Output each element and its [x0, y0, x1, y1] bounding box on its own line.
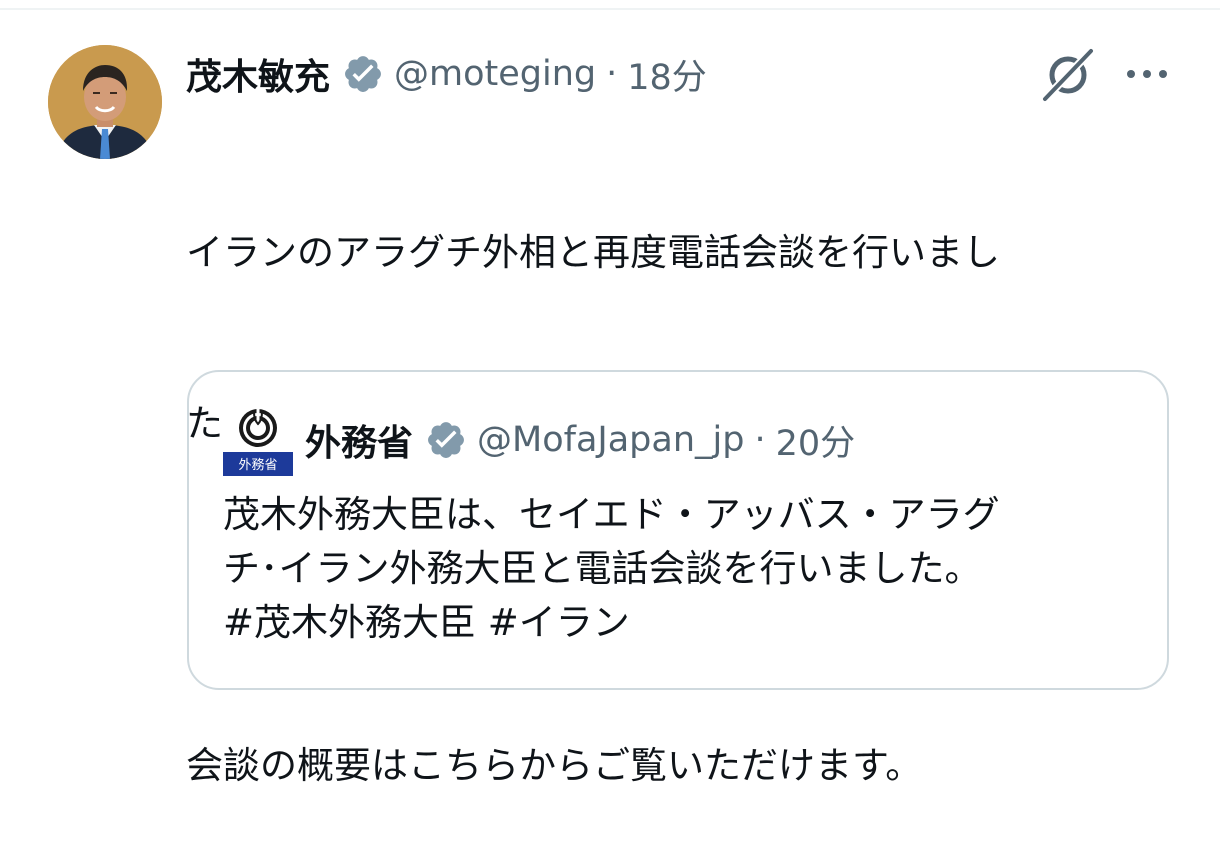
- author-name[interactable]: 茂木敏充: [186, 48, 330, 100]
- header-separator: ·: [606, 54, 618, 94]
- quoted-header-separator: ·: [754, 420, 766, 460]
- verified-badge-icon[interactable]: [342, 53, 384, 95]
- quoted-author-name[interactable]: 外務省: [305, 414, 413, 466]
- quoted-text-line: 茂木外務大臣は、セイエド・アッバス・アラグ: [223, 493, 1000, 536]
- quoted-tweet-header: 外務省 @MofaJapan_jp · 20分: [305, 412, 855, 468]
- verified-badge-icon[interactable]: [425, 419, 467, 461]
- author-avatar-image: [48, 45, 162, 159]
- tweet-text-line: イランのアラグチ外相と再度電話会談を行いまし: [186, 231, 1000, 274]
- more-options-icon[interactable]: [1122, 54, 1172, 94]
- quoted-tweet-timestamp[interactable]: 20分: [776, 415, 856, 466]
- quoted-text-line: チ･イラン外務大臣と電話会談を行いました。: [223, 547, 982, 590]
- author-avatar[interactable]: [48, 45, 162, 159]
- tweet-text-line: 会談の概要はこちらからご覧いただけます。: [186, 744, 923, 787]
- tweet-header: 茂木敏充 @moteging · 18分: [186, 46, 707, 102]
- mofa-logo-label: 外務省: [238, 458, 277, 473]
- quoted-tweet-text: 茂木外務大臣は、セイエド・アッバス・アラグ チ･イラン外務大臣と電話会談を行いま…: [223, 488, 1143, 650]
- author-handle[interactable]: @moteging: [394, 54, 596, 94]
- tweet-timestamp[interactable]: 18分: [627, 49, 707, 100]
- mofa-logo-avatar[interactable]: 外務省: [223, 406, 293, 476]
- top-divider: [0, 8, 1220, 10]
- quoted-tweet-card[interactable]: 外務省 外務省 @MofaJapan_jp · 20分 茂木外務大臣は、セイエド…: [187, 370, 1169, 690]
- quoted-hashtags[interactable]: #茂木外務大臣 #イラン: [223, 596, 1143, 650]
- quoted-author-handle[interactable]: @MofaJapan_jp: [477, 420, 744, 460]
- grok-icon[interactable]: [1038, 46, 1096, 104]
